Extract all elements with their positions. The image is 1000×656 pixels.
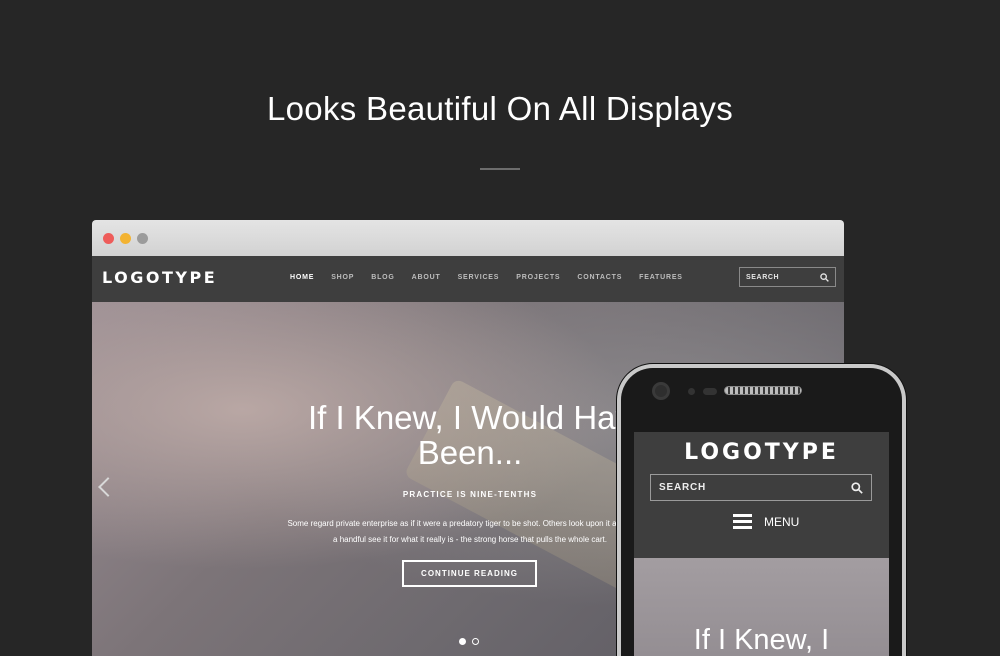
slider-pagination <box>459 638 479 645</box>
search-placeholder: SEARCH <box>746 273 780 281</box>
mobile-search-placeholder: SEARCH <box>659 482 707 493</box>
phone-sensor-icon <box>688 388 695 395</box>
window-maximize-dot[interactable] <box>137 232 148 244</box>
nav-item-blog[interactable]: BLOG <box>371 274 394 281</box>
mobile-menu-toggle[interactable]: MENU <box>733 514 799 529</box>
phone-camera-icon <box>652 382 670 400</box>
nav-item-contacts[interactable]: CONTACTS <box>577 274 622 281</box>
mobile-hero-title: If I Knew, I <box>693 624 830 656</box>
phone-speaker-icon <box>724 386 802 395</box>
mobile-hero: If I Knew, I <box>634 558 889 656</box>
nav-item-services[interactable]: SERVICES <box>458 274 500 281</box>
search-icon[interactable] <box>851 481 863 494</box>
phone-screen: LOGOTYPE SEARCH MENU If I Knew, I <box>634 432 889 656</box>
window-minimize-dot[interactable] <box>120 232 131 244</box>
page-headline: Looks Beautiful On All Displays <box>266 90 734 127</box>
site-logo[interactable]: LOGOTYPE <box>102 268 217 287</box>
mobile-menu-label: MENU <box>764 514 800 529</box>
nav-item-features[interactable]: FEATURES <box>639 274 683 281</box>
phone-device: LOGOTYPE SEARCH MENU If I Knew, I <box>617 364 906 656</box>
mobile-site-logo[interactable]: LOGOTYPE <box>634 440 889 465</box>
nav-item-shop[interactable]: SHOP <box>331 274 354 281</box>
continue-reading-button[interactable]: CONTINUE READING <box>402 560 537 587</box>
window-close-dot[interactable] <box>103 232 114 244</box>
main-menu: HOME SHOP BLOG ABOUT SERVICES PROJECTS C… <box>290 274 700 281</box>
hamburger-icon <box>733 514 752 529</box>
phone-sensor-icon <box>703 388 717 395</box>
search-input[interactable]: SEARCH <box>739 267 836 287</box>
slider-dot-1[interactable] <box>459 638 466 645</box>
slider-dot-2[interactable] <box>472 638 479 645</box>
nav-item-home[interactable]: HOME <box>290 274 314 281</box>
mobile-search-input[interactable]: SEARCH <box>650 474 872 501</box>
site-navbar: LOGOTYPE HOME SHOP BLOG ABOUT SERVICES P… <box>92 256 844 302</box>
search-icon[interactable] <box>820 272 829 282</box>
nav-item-projects[interactable]: PROJECTS <box>516 274 560 281</box>
headline-divider <box>480 168 520 170</box>
browser-titlebar <box>92 220 844 256</box>
nav-item-about[interactable]: ABOUT <box>412 274 441 281</box>
